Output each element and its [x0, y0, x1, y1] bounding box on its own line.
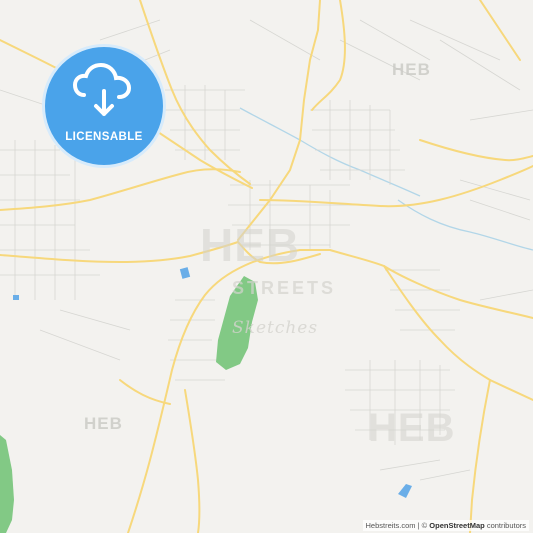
watermark-sketches: Sketches	[232, 318, 319, 338]
watermark-heb-top: HEB	[392, 60, 431, 79]
attribution-copyright: ©	[421, 521, 428, 530]
attribution-separator: |	[417, 521, 420, 530]
attribution-osm-link[interactable]: OpenStreetMap	[429, 521, 484, 530]
watermark-streets: STREETS	[232, 278, 337, 298]
attribution-suffix: contributors	[486, 521, 526, 530]
street-map[interactable]: LICENSABLE HEB HEB HEB STREETS Sketches …	[0, 0, 533, 533]
watermark-heb-center: HEB	[200, 219, 301, 271]
licensable-badge: LICENSABLE	[42, 44, 166, 168]
watermark-heb-left: HEB	[84, 414, 123, 433]
map-attribution: Hebstreits.com | © OpenStreetMap contrib…	[362, 520, 529, 531]
badge-label: LICENSABLE	[65, 131, 143, 143]
attribution-site-link[interactable]: Hebstreits.com	[366, 521, 416, 530]
watermark-heb-lower: HEB	[368, 406, 456, 450]
cloud-download-icon	[72, 62, 132, 116]
